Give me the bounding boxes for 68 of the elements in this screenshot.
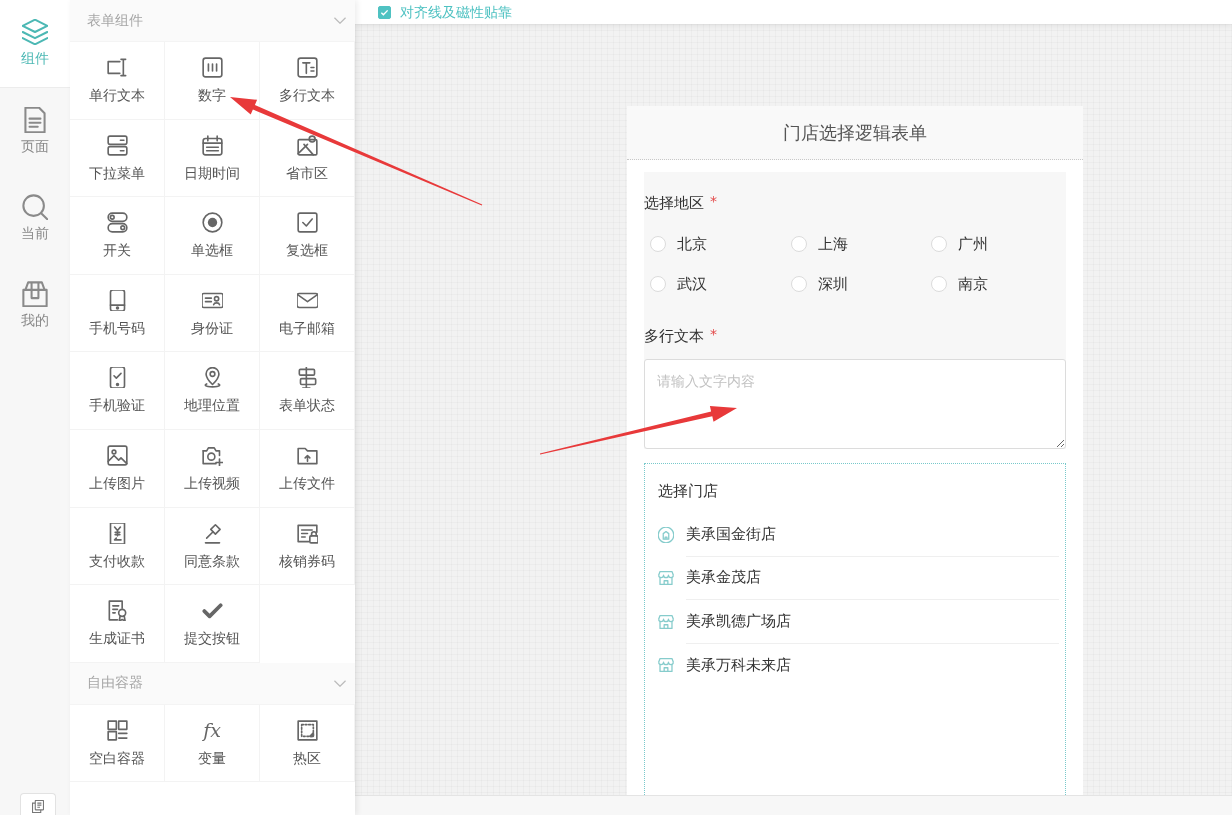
radio-circle-icon[interactable] xyxy=(931,276,947,292)
radio-circle-icon[interactable] xyxy=(931,236,947,252)
radio-circle-icon[interactable] xyxy=(790,276,807,292)
field-label: 选择门店 xyxy=(658,481,718,502)
textarea-field[interactable]: 请输入文字内容 xyxy=(644,359,1066,449)
component-tile[interactable]: fx 变量 xyxy=(165,704,260,783)
component-tile[interactable]: 提交按钮 xyxy=(165,585,260,663)
radio-option[interactable]: 深圳 xyxy=(790,264,848,304)
storefront-icon xyxy=(658,570,674,587)
component-tile[interactable]: 支付收款 xyxy=(70,507,165,586)
radio-option[interactable]: 南京 xyxy=(931,264,988,304)
field-label: 多行文本 xyxy=(644,326,704,347)
component-tile[interactable]: 空白容器 xyxy=(70,704,165,783)
radio-circle-icon[interactable] xyxy=(790,236,807,252)
dashed-square-icon xyxy=(296,719,318,741)
function-glyph: fx xyxy=(203,719,221,741)
storefront-icon xyxy=(658,613,674,630)
calendar-icon xyxy=(201,134,223,156)
copy-button[interactable] xyxy=(20,793,56,815)
store-option[interactable]: 美承万科未来店 xyxy=(658,643,1059,687)
map-icon xyxy=(296,134,318,156)
component-tile[interactable]: 上传图片 xyxy=(70,429,165,508)
building-badge-icon xyxy=(658,526,674,543)
image-icon xyxy=(106,444,128,466)
form-title: 门店选择逻辑表单 xyxy=(627,106,1083,160)
checked-box-icon xyxy=(296,212,318,234)
radio-circle-icon[interactable] xyxy=(650,236,666,252)
component-tile[interactable]: 身份证 xyxy=(165,274,260,353)
radio-option[interactable]: 广州 xyxy=(931,224,988,264)
copy-icon xyxy=(32,800,44,813)
store-option[interactable]: 美承国金街店 xyxy=(658,513,1059,557)
component-tile[interactable]: 下拉菜单 xyxy=(70,119,165,198)
storefront-icon xyxy=(658,657,674,674)
component-tile[interactable]: 生成证书 xyxy=(70,585,165,663)
store-option[interactable]: 美承凯德广场店 xyxy=(658,600,1059,644)
component-tile[interactable]: 同意条款 xyxy=(165,507,260,586)
store-option[interactable]: 美承金茂店 xyxy=(658,556,1059,600)
camera-plus-icon xyxy=(201,444,223,466)
field-label: 选择地区 xyxy=(644,193,704,214)
certificate-icon xyxy=(106,600,128,622)
radio-circle-icon[interactable] xyxy=(650,276,666,292)
search-icon xyxy=(22,194,48,220)
radio-option[interactable]: 上海 xyxy=(790,224,848,264)
ticket-lock-icon xyxy=(296,522,318,544)
component-tile[interactable]: 日期时间 xyxy=(165,119,260,198)
text-cursor-icon xyxy=(106,57,128,78)
layers-icon xyxy=(22,19,48,45)
grid-icon xyxy=(106,719,128,741)
package-icon xyxy=(22,281,48,307)
component-tile[interactable]: 地理位置 xyxy=(165,352,260,430)
radio-option[interactable]: 武汉 xyxy=(650,264,707,304)
required-mark: * xyxy=(710,194,717,208)
component-tile[interactable]: 手机验证 xyxy=(70,352,165,430)
text-box-icon xyxy=(296,57,318,78)
component-tile[interactable]: 手机号码 xyxy=(70,274,165,353)
radio-option[interactable]: 北京 xyxy=(650,224,707,264)
component-tile[interactable]: 单选框 xyxy=(165,197,260,275)
component-tile[interactable]: 开关 xyxy=(70,197,165,275)
signpost-icon xyxy=(296,367,318,389)
stacked-panels-icon xyxy=(106,134,128,156)
checkbox-icon[interactable] xyxy=(378,5,391,19)
radio-button-icon xyxy=(201,212,223,234)
component-tile[interactable]: 单行文本 xyxy=(70,42,165,120)
square-bars-icon xyxy=(201,57,223,78)
toggles-icon xyxy=(106,212,128,234)
required-mark: * xyxy=(710,327,717,341)
document-icon xyxy=(22,107,48,133)
component-tile[interactable]: 上传视频 xyxy=(165,429,260,508)
